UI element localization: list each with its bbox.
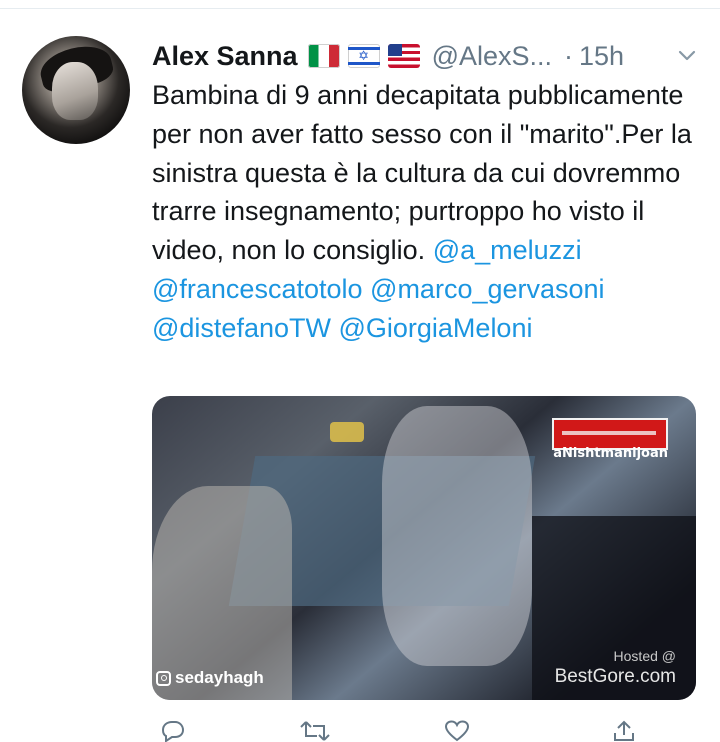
share-icon xyxy=(614,720,634,741)
separator-dot: · xyxy=(564,40,574,71)
mention-link[interactable]: @a_meluzzi xyxy=(433,235,582,265)
tweet-actions xyxy=(152,720,712,742)
hosted-site: BestGore.com xyxy=(554,666,676,687)
display-name[interactable]: Alex Sanna xyxy=(152,41,298,72)
mention-link[interactable]: @francescatotolo xyxy=(152,274,363,304)
reply-button[interactable] xyxy=(160,720,186,742)
top-divider xyxy=(0,8,720,9)
watermark-text: aNishtmanijoan xyxy=(553,446,668,461)
flag-emojis: ✡ xyxy=(307,44,420,68)
mention-link[interactable]: @distefanoTW xyxy=(152,313,331,343)
media-video[interactable]: aNishtmanijoan sedayhagh Hosted @ BestGo… xyxy=(152,396,696,700)
israel-flag-icon: ✡ xyxy=(347,44,380,68)
chevron-down-icon[interactable] xyxy=(676,44,698,66)
tweet-body: Bambina di 9 anni decapitata pubblicamen… xyxy=(152,80,692,266)
instagram-handle: sedayhagh xyxy=(175,668,264,687)
reply-icon xyxy=(161,721,185,742)
tweet-time[interactable]: 15h xyxy=(579,41,624,72)
heart-icon xyxy=(444,720,470,742)
avatar[interactable] xyxy=(22,36,130,144)
user-handle[interactable]: @AlexS... xyxy=(432,41,552,72)
italy-flag-icon xyxy=(307,44,340,68)
share-button[interactable] xyxy=(612,720,636,742)
usa-flag-icon xyxy=(387,44,420,68)
mention-link[interactable]: @marco_gervasoni xyxy=(370,274,605,304)
tweet-header: Alex Sanna ✡ @AlexS... · 15h xyxy=(152,38,624,74)
mention-link[interactable]: @GiorgiaMeloni xyxy=(338,313,532,343)
retweet-button[interactable] xyxy=(300,720,330,742)
like-button[interactable] xyxy=(444,720,470,742)
tweet-text: Bambina di 9 anni decapitata pubblicamen… xyxy=(152,76,707,348)
retweet-icon xyxy=(300,721,330,741)
hosted-label: Hosted @ xyxy=(613,648,676,664)
instagram-credit: sedayhagh xyxy=(156,668,264,688)
instagram-icon xyxy=(156,670,171,686)
